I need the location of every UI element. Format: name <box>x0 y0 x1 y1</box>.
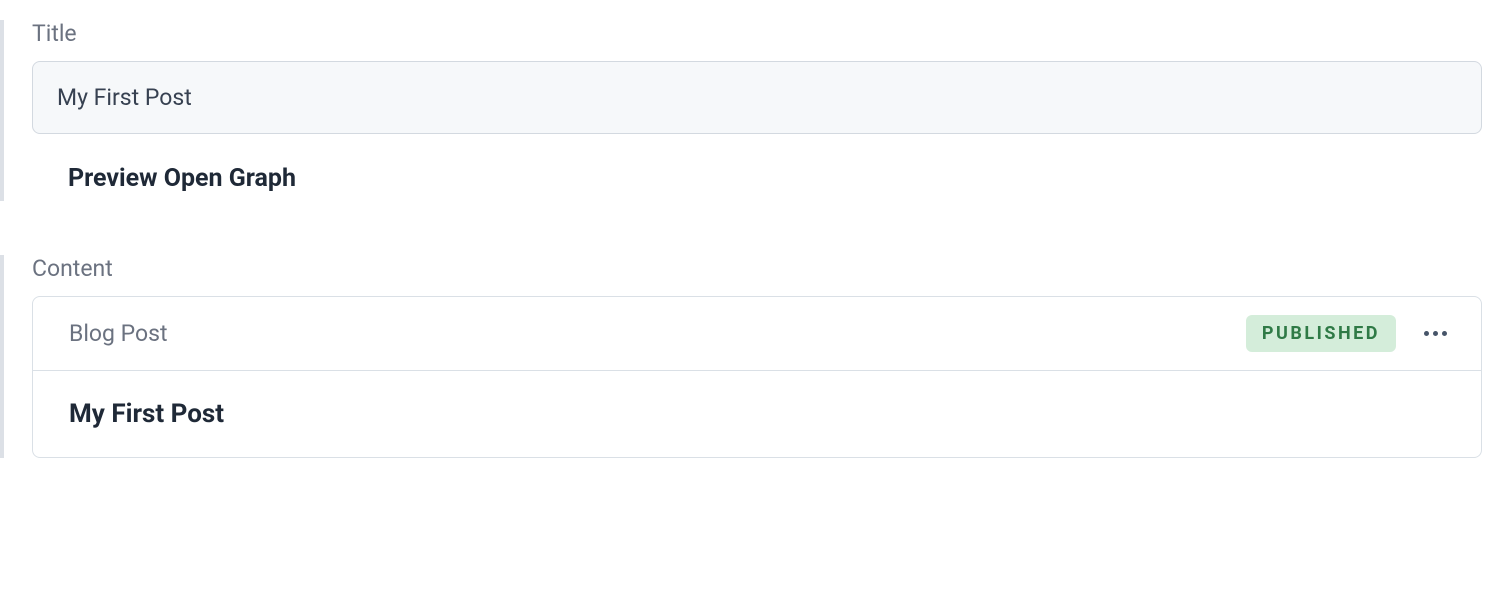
status-badge: PUBLISHED <box>1246 315 1396 352</box>
preview-open-graph-heading: Preview Open Graph <box>32 164 1482 201</box>
content-label: Content <box>32 255 1482 282</box>
more-options-button[interactable] <box>1420 327 1451 340</box>
more-icon <box>1442 331 1447 336</box>
title-label: Title <box>32 20 1482 47</box>
content-type-label: Blog Post <box>69 320 168 347</box>
title-section: Title Preview Open Graph <box>0 20 1482 201</box>
more-icon <box>1424 331 1429 336</box>
content-card-body: My First Post <box>33 371 1481 457</box>
title-input[interactable] <box>32 61 1482 134</box>
content-card-header: Blog Post PUBLISHED <box>33 297 1481 371</box>
more-icon <box>1433 331 1438 336</box>
content-card: Blog Post PUBLISHED My First Post <box>32 296 1482 458</box>
header-right: PUBLISHED <box>1246 315 1451 352</box>
content-section: Content Blog Post PUBLISHED My First Pos… <box>0 255 1482 458</box>
content-title: My First Post <box>69 399 1445 429</box>
